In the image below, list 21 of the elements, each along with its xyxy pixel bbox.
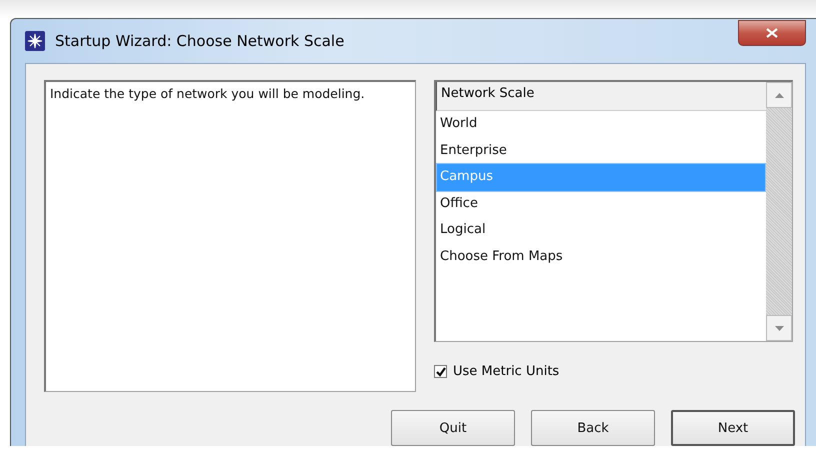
list-item[interactable]: Office (437, 190, 765, 217)
star-icon (25, 31, 45, 51)
down-arrow-icon (774, 326, 784, 330)
checkbox[interactable] (434, 365, 447, 378)
wizard-button[interactable]: Quit (391, 410, 515, 446)
scroll-up-button[interactable] (766, 82, 792, 108)
list-item[interactable]: Enterprise (437, 138, 765, 164)
window-title: Startup Wizard: Choose Network Scale (55, 32, 344, 50)
list-item[interactable]: Logical (437, 217, 765, 244)
close-button[interactable] (738, 20, 806, 46)
close-icon (766, 28, 778, 38)
scrollbar[interactable] (766, 82, 792, 341)
list-item[interactable]: Choose From Maps (437, 244, 765, 270)
wizard-button[interactable]: Back (531, 410, 655, 446)
list-item[interactable]: World (437, 111, 765, 138)
wizard-button[interactable]: Next (671, 410, 795, 446)
checkbox-label[interactable]: Use Metric Units (453, 364, 560, 379)
up-arrow-icon (774, 92, 784, 98)
scroll-down-button[interactable] (766, 315, 792, 341)
description-text: Indicate the type of network you will be modeling. (50, 86, 365, 101)
list-header: Network Scale (436, 82, 766, 111)
